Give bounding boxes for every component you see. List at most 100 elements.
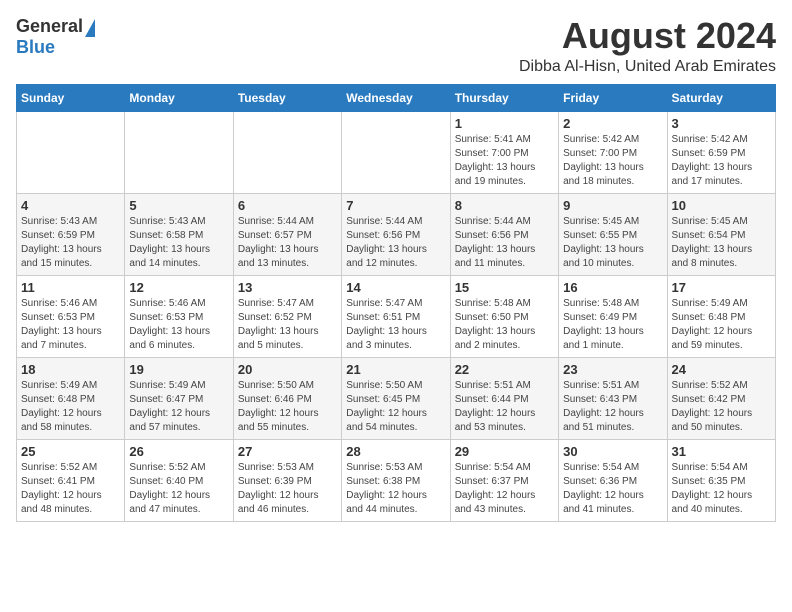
calendar-cell: 9 Sunrise: 5:45 AM Sunset: 6:55 PM Daylig…	[559, 193, 667, 275]
day-detail: Sunrise: 5:54 AM Sunset: 6:37 PM Dayligh…	[455, 461, 554, 517]
day-number: 3	[672, 116, 771, 131]
column-header-tuesday: Tuesday	[233, 84, 341, 111]
calendar-cell: 21 Sunrise: 5:50 AM Sunset: 6:45 PM Dayli…	[342, 357, 450, 439]
logo-general-text: General	[16, 16, 83, 37]
page-title: August 2024	[519, 16, 776, 56]
day-detail: Sunrise: 5:51 AM Sunset: 6:44 PM Dayligh…	[455, 379, 554, 435]
day-detail: Sunrise: 5:48 AM Sunset: 6:50 PM Dayligh…	[455, 297, 554, 353]
day-number: 25	[21, 444, 120, 459]
day-detail: Sunrise: 5:49 AM Sunset: 6:47 PM Dayligh…	[129, 379, 228, 435]
day-detail: Sunrise: 5:50 AM Sunset: 6:46 PM Dayligh…	[238, 379, 337, 435]
calendar-cell: 22 Sunrise: 5:51 AM Sunset: 6:44 PM Dayli…	[450, 357, 558, 439]
day-detail: Sunrise: 5:51 AM Sunset: 6:43 PM Dayligh…	[563, 379, 662, 435]
day-number: 21	[346, 362, 445, 377]
calendar-cell: 31 Sunrise: 5:54 AM Sunset: 6:35 PM Dayli…	[667, 439, 775, 521]
calendar-cell	[233, 111, 341, 193]
calendar-cell: 2Sunrise: 5:42 AM Sunset: 7:00 PM Daylig…	[559, 111, 667, 193]
day-detail: Sunrise: 5:44 AM Sunset: 6:57 PM Dayligh…	[238, 215, 337, 271]
day-detail: Sunrise: 5:41 AM Sunset: 7:00 PM Dayligh…	[455, 133, 554, 189]
calendar-week-row: 1 Sunrise: 5:41 AM Sunset: 7:00 PM Daylig…	[17, 111, 776, 193]
calendar-cell: 1 Sunrise: 5:41 AM Sunset: 7:00 PM Daylig…	[450, 111, 558, 193]
calendar-cell: 14Sunrise: 5:47 AM Sunset: 6:51 PM Dayli…	[342, 275, 450, 357]
day-number: 20	[238, 362, 337, 377]
day-number: 22	[455, 362, 554, 377]
day-number: 27	[238, 444, 337, 459]
day-number: 4	[21, 198, 120, 213]
day-number: 17	[672, 280, 771, 295]
day-detail: Sunrise: 5:47 AM Sunset: 6:52 PM Dayligh…	[238, 297, 337, 353]
calendar-cell: 12Sunrise: 5:46 AM Sunset: 6:53 PM Dayli…	[125, 275, 233, 357]
calendar-cell: 3 Sunrise: 5:42 AM Sunset: 6:59 PM Daylig…	[667, 111, 775, 193]
calendar-cell: 16 Sunrise: 5:48 AM Sunset: 6:49 PM Dayli…	[559, 275, 667, 357]
day-detail: Sunrise: 5:54 AM Sunset: 6:35 PM Dayligh…	[672, 461, 771, 517]
calendar-cell: 23 Sunrise: 5:51 AM Sunset: 6:43 PM Dayli…	[559, 357, 667, 439]
calendar-cell: 15 Sunrise: 5:48 AM Sunset: 6:50 PM Dayli…	[450, 275, 558, 357]
calendar-cell: 18Sunrise: 5:49 AM Sunset: 6:48 PM Dayli…	[17, 357, 125, 439]
day-number: 23	[563, 362, 662, 377]
calendar-cell: 11Sunrise: 5:46 AM Sunset: 6:53 PM Dayli…	[17, 275, 125, 357]
day-number: 26	[129, 444, 228, 459]
calendar-cell	[17, 111, 125, 193]
calendar-cell: 25 Sunrise: 5:52 AM Sunset: 6:41 PM Dayli…	[17, 439, 125, 521]
day-detail: Sunrise: 5:45 AM Sunset: 6:55 PM Dayligh…	[563, 215, 662, 271]
day-detail: Sunrise: 5:49 AM Sunset: 6:48 PM Dayligh…	[672, 297, 771, 353]
page-subtitle: Dibba Al-Hisn, United Arab Emirates	[519, 58, 776, 76]
day-number: 30	[563, 444, 662, 459]
day-number: 29	[455, 444, 554, 459]
calendar-cell: 7Sunrise: 5:44 AM Sunset: 6:56 PM Daylig…	[342, 193, 450, 275]
day-detail: Sunrise: 5:53 AM Sunset: 6:39 PM Dayligh…	[238, 461, 337, 517]
day-number: 19	[129, 362, 228, 377]
logo-triangle-icon	[85, 19, 95, 37]
calendar-week-row: 25 Sunrise: 5:52 AM Sunset: 6:41 PM Dayli…	[17, 439, 776, 521]
day-detail: Sunrise: 5:54 AM Sunset: 6:36 PM Dayligh…	[563, 461, 662, 517]
calendar-cell: 27 Sunrise: 5:53 AM Sunset: 6:39 PM Dayli…	[233, 439, 341, 521]
calendar-cell: 8 Sunrise: 5:44 AM Sunset: 6:56 PM Daylig…	[450, 193, 558, 275]
logo-blue-text: Blue	[16, 37, 55, 58]
calendar-cell: 5 Sunrise: 5:43 AM Sunset: 6:58 PM Daylig…	[125, 193, 233, 275]
calendar-cell: 26 Sunrise: 5:52 AM Sunset: 6:40 PM Dayli…	[125, 439, 233, 521]
day-detail: Sunrise: 5:44 AM Sunset: 6:56 PM Dayligh…	[346, 215, 445, 271]
day-number: 15	[455, 280, 554, 295]
calendar-table: SundayMondayTuesdayWednesdayThursdayFrid…	[16, 84, 776, 522]
calendar-cell: 17 Sunrise: 5:49 AM Sunset: 6:48 PM Dayli…	[667, 275, 775, 357]
calendar-cell: 30 Sunrise: 5:54 AM Sunset: 6:36 PM Dayli…	[559, 439, 667, 521]
calendar-cell: 6Sunrise: 5:44 AM Sunset: 6:57 PM Daylig…	[233, 193, 341, 275]
logo: General Blue	[16, 16, 95, 58]
page-header: General Blue August 2024 Dibba Al-Hisn, …	[16, 16, 776, 76]
day-number: 28	[346, 444, 445, 459]
day-number: 12	[129, 280, 228, 295]
day-detail: Sunrise: 5:47 AM Sunset: 6:51 PM Dayligh…	[346, 297, 445, 353]
day-number: 16	[563, 280, 662, 295]
column-header-monday: Monday	[125, 84, 233, 111]
day-number: 1	[455, 116, 554, 131]
calendar-cell	[125, 111, 233, 193]
column-header-friday: Friday	[559, 84, 667, 111]
day-detail: Sunrise: 5:53 AM Sunset: 6:38 PM Dayligh…	[346, 461, 445, 517]
day-number: 5	[129, 198, 228, 213]
calendar-cell: 10Sunrise: 5:45 AM Sunset: 6:54 PM Dayli…	[667, 193, 775, 275]
calendar-cell: 24Sunrise: 5:52 AM Sunset: 6:42 PM Dayli…	[667, 357, 775, 439]
calendar-cell: 28 Sunrise: 5:53 AM Sunset: 6:38 PM Dayli…	[342, 439, 450, 521]
column-header-wednesday: Wednesday	[342, 84, 450, 111]
day-detail: Sunrise: 5:42 AM Sunset: 7:00 PM Dayligh…	[563, 133, 662, 189]
calendar-week-row: 11Sunrise: 5:46 AM Sunset: 6:53 PM Dayli…	[17, 275, 776, 357]
day-detail: Sunrise: 5:45 AM Sunset: 6:54 PM Dayligh…	[672, 215, 771, 271]
day-detail: Sunrise: 5:48 AM Sunset: 6:49 PM Dayligh…	[563, 297, 662, 353]
day-number: 13	[238, 280, 337, 295]
day-detail: Sunrise: 5:52 AM Sunset: 6:42 PM Dayligh…	[672, 379, 771, 435]
day-detail: Sunrise: 5:52 AM Sunset: 6:41 PM Dayligh…	[21, 461, 120, 517]
calendar-cell: 29 Sunrise: 5:54 AM Sunset: 6:37 PM Dayli…	[450, 439, 558, 521]
day-detail: Sunrise: 5:42 AM Sunset: 6:59 PM Dayligh…	[672, 133, 771, 189]
day-number: 9	[563, 198, 662, 213]
day-number: 11	[21, 280, 120, 295]
day-number: 18	[21, 362, 120, 377]
day-detail: Sunrise: 5:43 AM Sunset: 6:58 PM Dayligh…	[129, 215, 228, 271]
column-header-thursday: Thursday	[450, 84, 558, 111]
day-detail: Sunrise: 5:50 AM Sunset: 6:45 PM Dayligh…	[346, 379, 445, 435]
day-detail: Sunrise: 5:44 AM Sunset: 6:56 PM Dayligh…	[455, 215, 554, 271]
calendar-header-row: SundayMondayTuesdayWednesdayThursdayFrid…	[17, 84, 776, 111]
day-number: 8	[455, 198, 554, 213]
day-detail: Sunrise: 5:52 AM Sunset: 6:40 PM Dayligh…	[129, 461, 228, 517]
day-number: 31	[672, 444, 771, 459]
calendar-body: 1 Sunrise: 5:41 AM Sunset: 7:00 PM Daylig…	[17, 111, 776, 521]
